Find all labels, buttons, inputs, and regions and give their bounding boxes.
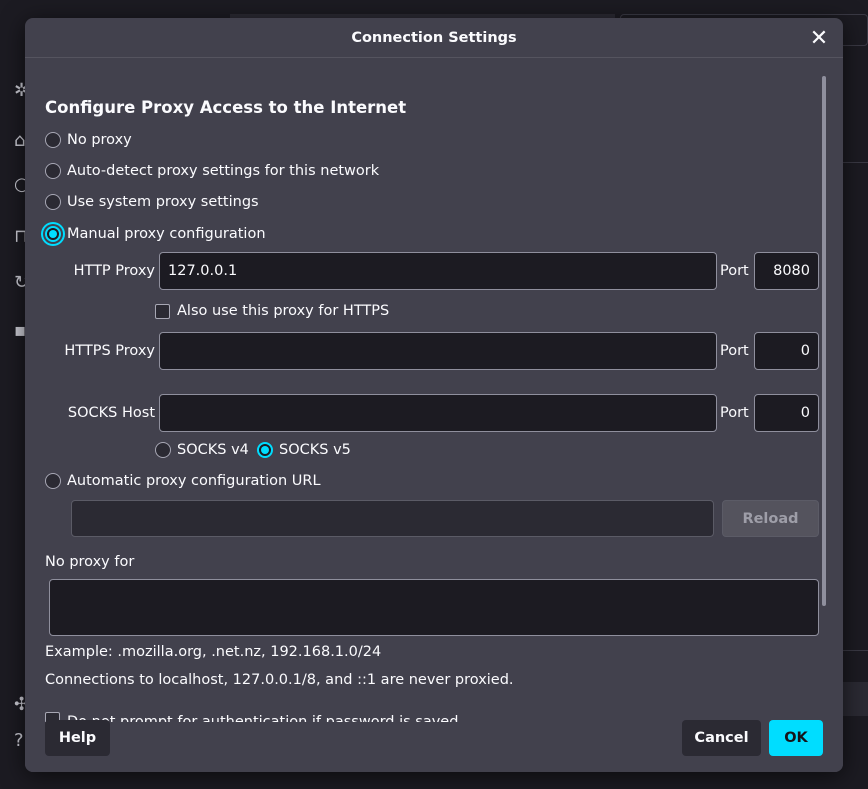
radio-button[interactable] [45,163,61,179]
https-proxy-label: HTTPS Proxy [64,343,155,359]
http-port-label: Port [720,263,749,279]
radio-label: SOCKS v5 [279,442,351,458]
radio-label: Automatic proxy configuration URL [67,473,321,489]
radio-label: SOCKS v4 [177,442,249,458]
radio-label: Use system proxy settings [67,194,259,210]
section-title: Configure Proxy Access to the Internet [45,98,407,117]
socks-host-label: SOCKS Host [67,405,155,421]
radio-label: Auto-detect proxy settings for this netw… [67,163,380,179]
auto-config-url-input[interactable] [71,500,714,537]
radio-button-selected[interactable] [257,442,273,458]
radio-manual-proxy[interactable]: Manual proxy configuration [45,223,266,245]
no-proxy-for-textarea[interactable] [49,579,819,636]
cancel-button[interactable]: Cancel [682,720,761,756]
radio-socks-v5[interactable]: SOCKS v5 [257,439,351,461]
also-https-checkbox-row[interactable]: Also use this proxy for HTTPS [155,300,389,322]
no-proxy-note: Connections to localhost, 127.0.0.1/8, a… [45,672,514,688]
socks-port-label: Port [720,405,749,421]
socks-host-input[interactable] [159,394,717,432]
help-button[interactable]: Help [45,720,110,756]
connection-settings-dialog: Connection Settings ✕ Configure Proxy Ac… [25,18,843,772]
radio-button[interactable] [45,132,61,148]
checkbox-label: Also use this proxy for HTTPS [177,303,390,319]
radio-no-proxy[interactable]: No proxy [45,129,132,151]
ok-button[interactable]: OK [769,720,823,756]
background-row [842,682,868,716]
background-divider [842,650,868,651]
radio-label: Manual proxy configuration [67,226,266,242]
also-https-checkbox[interactable] [155,303,170,319]
radio-label: No proxy [67,132,132,148]
radio-button-selected[interactable] [45,226,61,242]
dialog-titlebar: Connection Settings ✕ [25,18,843,58]
background-divider [842,162,868,163]
no-proxy-for-label: No proxy for [45,554,135,570]
socks-port-input[interactable] [754,394,819,432]
https-proxy-input[interactable] [159,332,717,370]
radio-system-proxy[interactable]: Use system proxy settings [45,191,259,213]
http-proxy-input[interactable] [159,252,717,290]
radio-socks-v4[interactable]: SOCKS v4 [155,439,249,461]
http-port-input[interactable] [754,252,819,290]
radio-auto-config-url[interactable]: Automatic proxy configuration URL [45,470,321,492]
radio-auto-detect[interactable]: Auto-detect proxy settings for this netw… [45,160,379,182]
radio-button[interactable] [45,194,61,210]
https-port-label: Port [720,343,749,359]
http-proxy-label: HTTP Proxy [73,263,155,279]
dialog-scrollbar[interactable] [822,76,826,606]
dialog-title: Connection Settings [351,29,517,46]
reload-button[interactable]: Reload [722,500,819,537]
radio-button[interactable] [155,442,171,458]
radio-button[interactable] [45,473,61,489]
no-proxy-example: Example: .mozilla.org, .net.nz, 192.168.… [45,644,382,660]
close-icon[interactable]: ✕ [807,26,831,51]
https-port-input[interactable] [754,332,819,370]
